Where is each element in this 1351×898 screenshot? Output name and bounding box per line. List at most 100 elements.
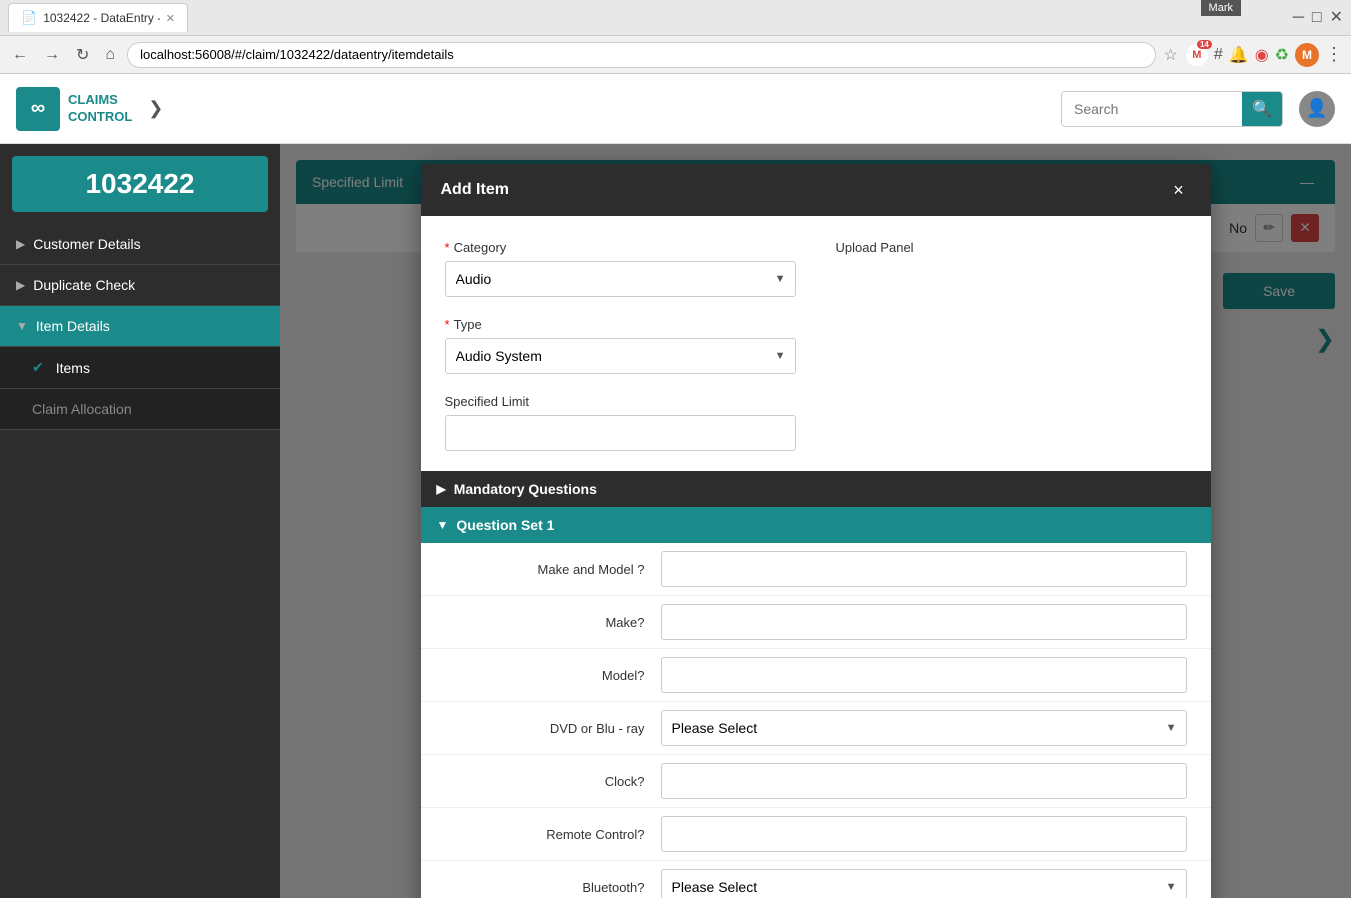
user-label: Mark bbox=[1201, 0, 1241, 16]
upload-panel-group: Upload Panel bbox=[836, 240, 1187, 297]
address-input[interactable] bbox=[127, 42, 1155, 68]
specified-limit-row: Specified Limit bbox=[445, 394, 1187, 451]
tab-close-button[interactable]: ✕ bbox=[166, 12, 175, 25]
ext4-icon: ♻ bbox=[1275, 45, 1289, 65]
browser-title-bar: Mark 📄 1032422 - DataEntry - It... ✕ ─ □… bbox=[0, 0, 1351, 36]
question-row-bluetooth: Bluetooth? Please Select Yes No bbox=[421, 861, 1211, 898]
model-label: Model? bbox=[445, 668, 645, 683]
type-select[interactable]: Audio System bbox=[445, 338, 796, 374]
question-row-make: Make? bbox=[421, 596, 1211, 649]
specified-limit-group: Specified Limit bbox=[445, 394, 796, 451]
logo-icon: ∞ bbox=[16, 87, 60, 131]
ext3-icon: ◉ bbox=[1255, 45, 1269, 65]
dvd-select-wrapper: Please Select Yes No bbox=[661, 710, 1187, 746]
window-close-button[interactable]: ✕ bbox=[1330, 10, 1343, 26]
specified-limit-input[interactable] bbox=[445, 415, 796, 451]
bluetooth-select[interactable]: Please Select Yes No bbox=[661, 869, 1187, 898]
back-button[interactable]: ← bbox=[8, 44, 32, 66]
clock-field bbox=[661, 763, 1187, 799]
sidebar-label-item-details: Item Details bbox=[36, 318, 110, 334]
remote-input[interactable] bbox=[661, 816, 1187, 852]
sidebar-item-duplicate-check[interactable]: ▶ Duplicate Check bbox=[0, 265, 280, 306]
sidebar: 1032422 ▶ Customer Details ▶ Duplicate C… bbox=[0, 144, 280, 898]
main-content: 1032422 ▶ Customer Details ▶ Duplicate C… bbox=[0, 144, 1351, 898]
mandatory-chevron-right-icon: ▶ bbox=[437, 482, 446, 496]
dvd-select[interactable]: Please Select Yes No bbox=[661, 710, 1187, 746]
questions-section: Make and Model ? Make? bbox=[421, 543, 1211, 898]
right-content: Specified Limit — No ✏ ✕ Save ❯ bbox=[280, 144, 1351, 898]
browser-tab[interactable]: 📄 1032422 - DataEntry - It... ✕ bbox=[8, 3, 188, 32]
sidebar-item-item-details[interactable]: ▼ Item Details bbox=[0, 306, 280, 347]
make-model-input[interactable] bbox=[661, 551, 1187, 587]
home-button[interactable]: ⌂ bbox=[101, 44, 119, 66]
sidebar-item-customer-details[interactable]: ▶ Customer Details bbox=[0, 224, 280, 265]
sidebar-item-claim-allocation[interactable]: Claim Allocation bbox=[0, 389, 280, 430]
question-set-label: Question Set 1 bbox=[456, 517, 554, 533]
minimize-button[interactable]: ─ bbox=[1293, 10, 1304, 26]
question-row-remote: Remote Control? bbox=[421, 808, 1211, 861]
question-row-clock: Clock? bbox=[421, 755, 1211, 808]
sidebar-item-items[interactable]: ✔ Items bbox=[0, 347, 280, 389]
browser-menu-button[interactable]: ⋮ bbox=[1325, 44, 1343, 65]
question-set-chevron-down-icon: ▼ bbox=[437, 518, 449, 532]
ext1-icon: # bbox=[1214, 46, 1223, 64]
type-group: *Type Audio System bbox=[445, 317, 796, 374]
question-row-model: Model? bbox=[421, 649, 1211, 702]
tab-title: 1032422 - DataEntry - It... bbox=[43, 11, 160, 25]
search-button[interactable]: 🔍 bbox=[1242, 92, 1282, 126]
remote-label: Remote Control? bbox=[445, 827, 645, 842]
make-model-field bbox=[661, 551, 1187, 587]
search-input[interactable] bbox=[1062, 92, 1242, 126]
logo-area: ∞ CLAIMS CONTROL bbox=[16, 87, 132, 131]
dvd-field: Please Select Yes No bbox=[661, 710, 1187, 746]
refresh-button[interactable]: ↻ bbox=[72, 43, 93, 67]
category-group: *Category Audio bbox=[445, 240, 796, 297]
category-select[interactable]: Audio bbox=[445, 261, 796, 297]
check-icon: ✔ bbox=[32, 359, 44, 376]
browser-extension-icons: M 14 # 🔔 ◉ ♻ M ⋮ bbox=[1186, 43, 1343, 67]
window-controls: ─ □ ✕ bbox=[1293, 10, 1343, 26]
question-row-dvd: DVD or Blu - ray Please Select Yes No bbox=[421, 702, 1211, 755]
modal-title: Add Item bbox=[441, 181, 509, 199]
mandatory-questions-header[interactable]: ▶ Mandatory Questions bbox=[421, 471, 1211, 507]
tab-favicon: 📄 bbox=[21, 10, 37, 26]
chevron-right-icon: ▶ bbox=[16, 278, 25, 292]
app-header: ∞ CLAIMS CONTROL ❯ 🔍 👤 bbox=[0, 74, 1351, 144]
sidebar-label-items: Items bbox=[56, 360, 90, 376]
modal-overlay: Add Item × *Category bbox=[280, 144, 1351, 898]
remote-field bbox=[661, 816, 1187, 852]
app-container: ∞ CLAIMS CONTROL ❯ 🔍 👤 1032422 ▶ Custome… bbox=[0, 74, 1351, 898]
modal-body: *Category Audio Upload Panel bbox=[421, 216, 1211, 898]
browser-profile-icon[interactable]: M bbox=[1295, 43, 1319, 67]
browser-address-bar: ← → ↻ ⌂ ☆ M 14 # 🔔 ◉ ♻ M ⋮ bbox=[0, 36, 1351, 74]
sidebar-label-duplicate-check: Duplicate Check bbox=[33, 277, 135, 293]
forward-button[interactable]: → bbox=[40, 44, 64, 66]
mandatory-questions-label: Mandatory Questions bbox=[454, 481, 597, 497]
modal-close-button[interactable]: × bbox=[1167, 178, 1191, 202]
upload-panel-label: Upload Panel bbox=[836, 240, 1187, 255]
claim-id: 1032422 bbox=[12, 156, 268, 212]
maximize-button[interactable]: □ bbox=[1312, 10, 1322, 26]
question-set-header[interactable]: ▼ Question Set 1 bbox=[421, 507, 1211, 543]
make-model-label: Make and Model ? bbox=[445, 562, 645, 577]
question-row-make-model: Make and Model ? bbox=[421, 543, 1211, 596]
sidebar-label-customer-details: Customer Details bbox=[33, 236, 140, 252]
modal-header: Add Item × bbox=[421, 164, 1211, 216]
gmail-icon: M 14 bbox=[1186, 44, 1208, 66]
bluetooth-label: Bluetooth? bbox=[445, 880, 645, 895]
user-profile-icon[interactable]: 👤 bbox=[1299, 91, 1335, 127]
sidebar-label-claim-allocation: Claim Allocation bbox=[32, 401, 132, 417]
ext2-icon: 🔔 bbox=[1229, 45, 1249, 65]
make-input[interactable] bbox=[661, 604, 1187, 640]
menu-toggle-button[interactable]: ❯ bbox=[148, 98, 163, 119]
make-label: Make? bbox=[445, 615, 645, 630]
bluetooth-select-wrapper: Please Select Yes No bbox=[661, 869, 1187, 898]
make-field bbox=[661, 604, 1187, 640]
chevron-down-icon: ▼ bbox=[16, 319, 28, 333]
type-label: *Type bbox=[445, 317, 796, 332]
chevron-right-icon: ▶ bbox=[16, 237, 25, 251]
bookmark-icon[interactable]: ☆ bbox=[1164, 45, 1178, 65]
model-input[interactable] bbox=[661, 657, 1187, 693]
clock-input[interactable] bbox=[661, 763, 1187, 799]
add-item-modal: Add Item × *Category bbox=[421, 164, 1211, 898]
